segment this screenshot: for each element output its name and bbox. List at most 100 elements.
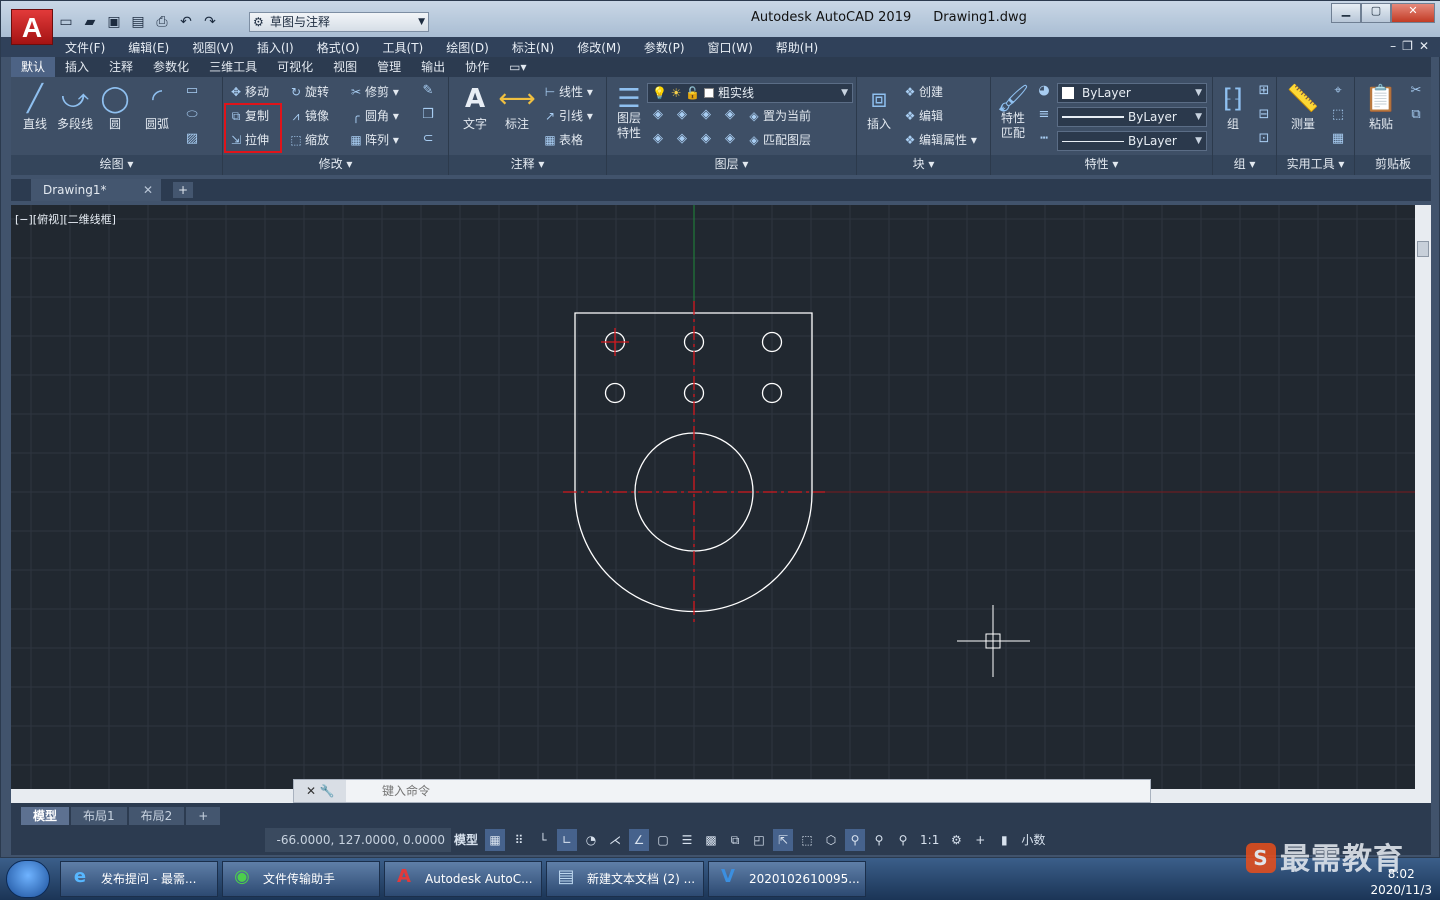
offset-icon[interactable]: ⊂: [419, 131, 437, 151]
group-select-icon[interactable]: ⊡: [1255, 131, 1273, 151]
start-button[interactable]: [6, 860, 50, 898]
insert-block-tool[interactable]: ⧈ 插入: [857, 83, 901, 132]
tab-collaborate[interactable]: 协作: [455, 57, 499, 77]
circle-tool[interactable]: ◯ 圆: [93, 83, 137, 132]
menu-edit[interactable]: 编辑(E): [128, 39, 169, 56]
wrench-icon[interactable]: 🔧: [320, 784, 335, 798]
lineweight-icon[interactable]: ≡: [1035, 107, 1053, 127]
linear-tool[interactable]: ⊢ 线性 ▾: [541, 83, 593, 103]
ungroup-icon[interactable]: ⊞: [1255, 83, 1273, 103]
menu-tools[interactable]: 工具(T): [383, 39, 424, 56]
selection-cycling-icon[interactable]: ⧉: [725, 829, 745, 851]
edit-attributes-tool[interactable]: ❖ 编辑属性 ▾: [901, 131, 977, 151]
menu-dimension[interactable]: 标注(N): [512, 39, 554, 56]
taskbar-notepad[interactable]: ▤ 新建文本文档 (2) ...: [546, 861, 704, 897]
groups-panel-title[interactable]: 组 ▾: [1213, 155, 1276, 175]
vertical-scrollbar[interactable]: [1415, 205, 1431, 789]
gizmo-icon[interactable]: ⬡: [821, 829, 841, 851]
match-properties-tool[interactable]: 🖌 特性 匹配: [993, 83, 1033, 141]
transparency-icon[interactable]: ▩: [701, 829, 721, 851]
layer-lock-icon[interactable]: ◈: [721, 107, 739, 127]
id-point-icon[interactable]: ⌖: [1329, 83, 1347, 103]
layer-isolate-icon[interactable]: ◈: [673, 107, 691, 127]
save-icon[interactable]: ▣: [105, 13, 123, 31]
selection-filter-icon[interactable]: ⬚: [797, 829, 817, 851]
trim-tool[interactable]: ✂ 修剪 ▾: [347, 83, 399, 103]
dimension-tool[interactable]: ⟷ 标注: [495, 83, 539, 132]
menu-modify[interactable]: 修改(M): [577, 39, 621, 56]
cut-icon[interactable]: ✂: [1407, 83, 1425, 103]
maximize-button[interactable]: ▢: [1361, 3, 1391, 23]
linetype-icon[interactable]: ┅: [1035, 131, 1053, 151]
taskbar-wechat[interactable]: ◉ 文件传输助手: [222, 861, 380, 897]
menu-format[interactable]: 格式(O): [317, 39, 360, 56]
menu-draw[interactable]: 绘图(D): [446, 39, 489, 56]
make-current-tool[interactable]: ◈ 置为当前: [745, 107, 811, 127]
doc-minimize-icon[interactable]: –: [1390, 39, 1396, 53]
tab-layout2[interactable]: 布局2: [128, 807, 185, 825]
taskbar-video[interactable]: V 2020102610095...: [708, 861, 866, 897]
units-value[interactable]: 小数: [1018, 829, 1048, 851]
tab-view[interactable]: 视图: [323, 57, 367, 77]
file-tab-drawing1[interactable]: Drawing1* ✕: [31, 179, 161, 201]
print-icon[interactable]: ⎙: [153, 13, 171, 31]
object-snap-tracking-icon[interactable]: ∠: [629, 829, 650, 851]
close-icon[interactable]: ✕: [143, 179, 153, 201]
command-input[interactable]: [348, 782, 1128, 800]
rotate-tool[interactable]: ↻ 旋转: [287, 83, 329, 103]
paste-tool[interactable]: 📋 粘贴: [1359, 83, 1403, 132]
add-layout-button[interactable]: +: [186, 807, 221, 825]
redo-icon[interactable]: ↷: [201, 13, 219, 31]
tab-manage[interactable]: 管理: [367, 57, 411, 77]
utilities-panel-title[interactable]: 实用工具 ▾: [1277, 155, 1354, 175]
object-snap-icon[interactable]: ▢: [653, 829, 673, 851]
polyline-tool[interactable]: ⤻ 多段线: [53, 83, 97, 132]
calculator-icon[interactable]: ▦: [1329, 131, 1347, 151]
grid-icon[interactable]: ▦: [485, 829, 506, 851]
taskbar-autocad[interactable]: A Autodesk AutoC...: [384, 861, 542, 897]
layer-dropdown[interactable]: 💡 ☀ 🔓 粗实线 ▼: [647, 83, 853, 103]
draw-panel-title[interactable]: 绘图 ▾: [11, 155, 222, 175]
menu-insert[interactable]: 插入(I): [257, 39, 294, 56]
layer-on-icon[interactable]: ◈: [649, 131, 667, 151]
drawing-canvas[interactable]: [−][俯视][二维线框]: [11, 205, 1415, 789]
auto-scale-icon[interactable]: ⚲: [869, 829, 889, 851]
system-clock[interactable]: 8:02 2020/11/3: [1370, 866, 1432, 898]
close-button[interactable]: ✕: [1391, 3, 1435, 23]
table-tool[interactable]: ▦ 表格: [541, 131, 583, 151]
menu-view[interactable]: 视图(V): [192, 39, 234, 56]
workspace-switch-icon[interactable]: ⚙: [946, 829, 966, 851]
units-icon[interactable]: ▮: [994, 829, 1014, 851]
menu-parametric[interactable]: 参数(P): [644, 39, 685, 56]
copy-clip-icon[interactable]: ⧉: [1407, 107, 1425, 127]
fillet-tool[interactable]: ╭ 圆角 ▾: [347, 107, 398, 127]
modify-panel-title[interactable]: 修改 ▾: [223, 155, 448, 175]
open-folder-icon[interactable]: ▰: [81, 13, 99, 31]
menu-file[interactable]: 文件(F): [65, 39, 105, 56]
3d-osnap-icon[interactable]: ◰: [749, 829, 769, 851]
doc-restore-icon[interactable]: ❐: [1402, 39, 1413, 53]
ellipse-icon[interactable]: ⬭: [183, 107, 201, 127]
tab-parametric[interactable]: 参数化: [143, 57, 199, 77]
new-file-icon[interactable]: ▭: [57, 13, 75, 31]
move-tool[interactable]: ✥ 移动: [227, 83, 269, 103]
annotation-scale-icon[interactable]: ⚲: [893, 829, 913, 851]
measure-tool[interactable]: 📏 测量: [1281, 83, 1325, 132]
scrollbar-thumb[interactable]: [1417, 241, 1429, 257]
layer-unlock-icon[interactable]: ◈: [721, 131, 739, 151]
group-tool[interactable]: ⁅⁆ 组: [1213, 83, 1253, 132]
infer-constraints-icon[interactable]: └: [533, 829, 553, 851]
tab-model[interactable]: 模型: [21, 807, 70, 825]
application-menu-button[interactable]: A: [11, 9, 53, 45]
tab-annotate[interactable]: 注释: [99, 57, 143, 77]
layer-freeze-icon[interactable]: ◈: [697, 107, 715, 127]
text-tool[interactable]: A 文字: [453, 83, 497, 132]
create-block-tool[interactable]: ❖ 创建: [901, 83, 943, 103]
taskbar-ie[interactable]: e 发布提问 - 最需...: [60, 861, 218, 897]
erase-icon[interactable]: ✎: [419, 83, 437, 103]
line-tool[interactable]: ╱ 直线: [13, 83, 57, 132]
quick-select-icon[interactable]: ⬚: [1329, 107, 1347, 127]
viewport-controls[interactable]: [−][俯视][二维线框]: [15, 211, 116, 227]
isodraft-icon[interactable]: ⋌: [605, 829, 625, 851]
minimize-button[interactable]: ▁: [1331, 3, 1361, 23]
